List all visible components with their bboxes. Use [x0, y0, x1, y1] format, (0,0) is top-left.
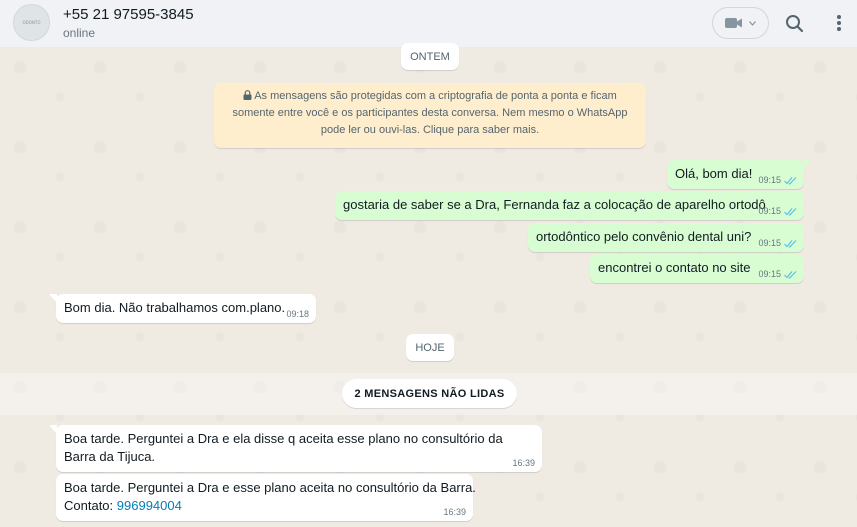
double-check-icon: [784, 207, 797, 216]
bubble-tail: [803, 160, 811, 169]
message-meta: 09:15: [758, 206, 797, 216]
message-time: 16:39: [512, 458, 535, 468]
video-camera-icon: [725, 18, 742, 28]
message-meta: 09:15: [758, 269, 797, 279]
double-check-icon: [784, 239, 797, 248]
message-meta: 09:15: [758, 175, 797, 185]
double-check-icon: [784, 270, 797, 279]
message-text: Boa tarde. Perguntei a Dra e esse plano …: [64, 479, 476, 515]
video-call-button[interactable]: [712, 7, 769, 39]
message-text: encontrei o contato no site: [598, 260, 751, 275]
menu-button[interactable]: [829, 11, 849, 37]
message-bubble-incoming[interactable]: Boa tarde. Perguntei a Dra e ela disse q…: [49, 425, 542, 472]
message-time: 09:18: [286, 309, 309, 319]
bubble-tail: [49, 425, 57, 434]
avatar-logo-text: ODONTO: [22, 20, 41, 25]
unread-messages-badge: 2 MENSAGENS NÃO LIDAS: [342, 379, 517, 408]
encryption-text: As mensagens são protegidas com a cripto…: [232, 90, 628, 136]
contact-name[interactable]: +55 21 97595-3845: [63, 6, 194, 23]
contact-label: Contato:: [64, 498, 114, 513]
message-bubble-incoming[interactable]: Boa tarde. Perguntei a Dra e esse plano …: [56, 474, 476, 521]
message-bubble-outgoing[interactable]: ortodôntico pelo convênio dental uni? 09…: [528, 223, 804, 252]
message-time: 09:15: [758, 206, 781, 216]
contact-status: online: [63, 26, 96, 40]
message-time: 09:15: [758, 175, 781, 185]
bubble-tail: [49, 294, 57, 303]
search-button[interactable]: [782, 11, 808, 37]
message-time: 16:39: [443, 507, 466, 517]
message-bubble-incoming[interactable]: Bom dia. Não trabalhamos com.plano. 09:1…: [49, 294, 316, 323]
message-text: Bom dia. Não trabalhamos com.plano.: [64, 300, 286, 315]
search-icon: [786, 15, 804, 33]
message-meta: 16:39: [443, 507, 466, 517]
encryption-notice[interactable]: As mensagens são protegidas com a cripto…: [214, 83, 646, 148]
lock-icon: [243, 90, 252, 100]
message-time: 09:15: [758, 238, 781, 248]
message-bubble-outgoing[interactable]: Olá, bom dia! 09:15: [667, 160, 811, 189]
message-meta: 09:18: [286, 309, 309, 319]
contact-avatar[interactable]: ODONTO: [13, 4, 50, 41]
message-text: gostaria de saber se a Dra, Fernanda faz…: [343, 197, 766, 212]
unread-label: 2 MENSAGENS NÃO LIDAS: [354, 387, 505, 400]
date-divider-today: HOJE: [406, 334, 454, 361]
chat-header: ODONTO +55 21 97595-3845 online: [0, 0, 857, 47]
phone-link[interactable]: 996994004: [117, 498, 182, 513]
message-text: Olá, bom dia!: [675, 166, 753, 181]
date-divider-yesterday: ONTEM: [401, 43, 459, 70]
message-body: Boa tarde. Perguntei a Dra e esse plano …: [64, 480, 476, 495]
kebab-menu-icon: [837, 15, 841, 31]
message-bubble-outgoing[interactable]: gostaria de saber se a Dra, Fernanda faz…: [335, 191, 804, 220]
date-label: ONTEM: [410, 50, 450, 63]
double-check-icon: [784, 176, 797, 185]
message-time: 09:15: [758, 269, 781, 279]
message-bubble-outgoing[interactable]: encontrei o contato no site 09:15: [590, 254, 804, 283]
message-meta: 09:15: [758, 238, 797, 248]
message-list[interactable]: ONTEM As mensagens são protegidas com a …: [0, 43, 857, 527]
date-label: HOJE: [415, 341, 445, 354]
message-text: Boa tarde. Perguntei a Dra e ela disse q…: [64, 431, 503, 464]
message-text: ortodôntico pelo convênio dental uni?: [536, 229, 752, 244]
chevron-down-icon: [749, 20, 756, 26]
message-meta: 16:39: [512, 458, 535, 468]
